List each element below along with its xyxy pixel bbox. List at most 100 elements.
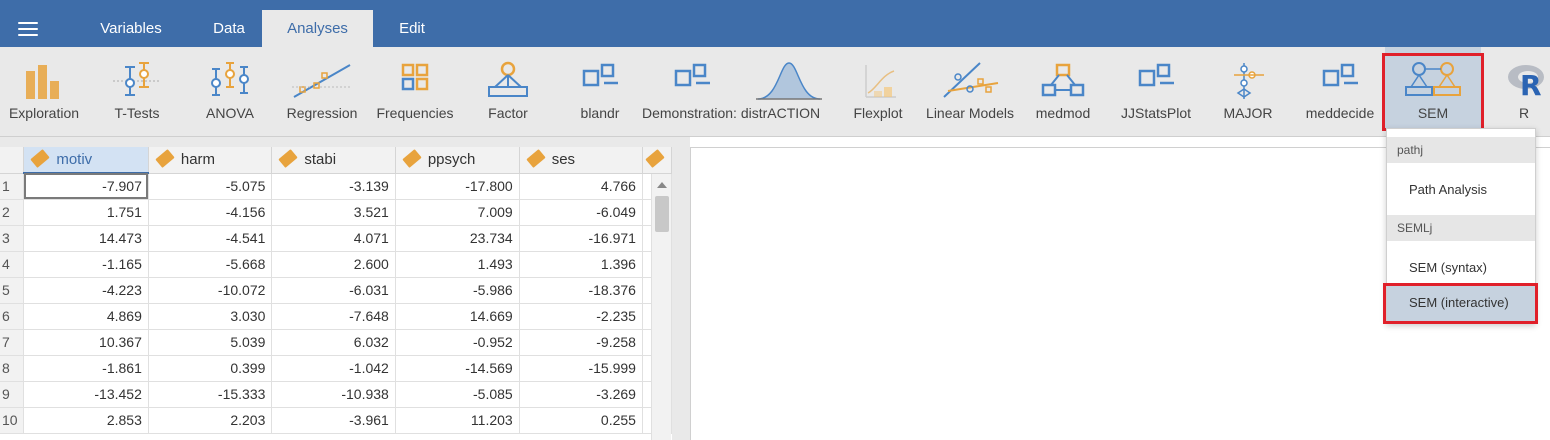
column-header-harm[interactable]: harm <box>148 147 273 174</box>
medmod-button[interactable]: medmod <box>1026 47 1100 137</box>
r-button[interactable]: R R <box>1498 47 1550 137</box>
cell[interactable]: 14.473 <box>23 225 149 252</box>
cell[interactable]: 1.751 <box>23 199 149 226</box>
cell[interactable]: -10.938 <box>271 381 396 408</box>
row-number[interactable]: 10 <box>0 407 25 434</box>
cell[interactable]: 3.521 <box>271 199 396 226</box>
frequencies-button[interactable]: Frequencies <box>374 47 456 137</box>
column-header-motiv[interactable]: motiv <box>23 147 149 174</box>
cell[interactable]: 1.493 <box>395 251 520 278</box>
cell[interactable]: -5.986 <box>395 277 520 304</box>
cell[interactable]: 4.869 <box>23 303 149 330</box>
row-number[interactable]: 4 <box>0 251 25 278</box>
column-header-ppsych[interactable]: ppsych <box>395 147 520 174</box>
linear-models-button[interactable]: Linear Models <box>920 47 1020 137</box>
cell[interactable]: -3.961 <box>271 407 396 434</box>
cell[interactable]: -13.452 <box>23 381 149 408</box>
cell[interactable]: 7.009 <box>395 199 520 226</box>
cell[interactable]: -14.569 <box>395 355 520 382</box>
flexplot-button[interactable]: Flexplot <box>848 47 908 137</box>
cell[interactable]: -1.042 <box>271 355 396 382</box>
cell[interactable]: 0.399 <box>148 355 273 382</box>
cell[interactable]: 0.255 <box>519 407 643 434</box>
continuous-ruler-icon <box>645 148 665 168</box>
cell[interactable]: -4.541 <box>148 225 273 252</box>
cell[interactable]: -16.971 <box>519 225 643 252</box>
cell[interactable]: -10.072 <box>148 277 273 304</box>
cell[interactable]: -3.139 <box>271 173 396 200</box>
cell[interactable]: -15.333 <box>148 381 273 408</box>
cell[interactable]: -6.031 <box>271 277 396 304</box>
menu-item-sem-interactive[interactable]: SEM (interactive) <box>1387 285 1535 321</box>
cell[interactable]: -17.800 <box>395 173 520 200</box>
cell[interactable]: -2.235 <box>519 303 643 330</box>
exploration-button[interactable]: Exploration <box>0 47 88 137</box>
normal-curve-icon <box>756 62 822 100</box>
blandr-button[interactable]: blandr <box>570 47 630 137</box>
cell[interactable]: 4.766 <box>519 173 643 200</box>
jjstatsplot-button[interactable]: JJStatsPlot <box>1116 47 1196 137</box>
cell[interactable]: -9.258 <box>519 329 643 356</box>
medmod-icon <box>1041 63 1085 97</box>
scrollbar-thumb[interactable] <box>655 196 669 232</box>
splitter[interactable] <box>672 137 690 440</box>
column-header-next[interactable] <box>642 147 672 174</box>
cell[interactable]: 6.032 <box>271 329 396 356</box>
cell[interactable]: 1.396 <box>519 251 643 278</box>
cell[interactable]: 2.600 <box>271 251 396 278</box>
t-tests-button[interactable]: T-Tests <box>96 47 178 137</box>
cell[interactable]: 10.367 <box>23 329 149 356</box>
distraction-button[interactable] <box>744 47 834 137</box>
sem-button[interactable]: SEM <box>1385 47 1481 128</box>
linear-models-label: Linear Models <box>926 105 1014 121</box>
cell[interactable]: -4.156 <box>148 199 273 226</box>
cell[interactable]: 3.030 <box>148 303 273 330</box>
tab-variables[interactable]: Variables <box>66 10 196 47</box>
cell[interactable]: -5.085 <box>395 381 520 408</box>
cell[interactable]: -6.049 <box>519 199 643 226</box>
demonstration-button[interactable]: Demonstration: distrACTION <box>640 47 820 137</box>
row-number[interactable]: 8 <box>0 355 25 382</box>
cell[interactable]: 2.853 <box>23 407 149 434</box>
row-number[interactable]: 3 <box>0 225 25 252</box>
regression-button[interactable]: Regression <box>282 47 362 137</box>
cell[interactable]: -7.907 <box>23 173 149 200</box>
row-number[interactable]: 1 <box>0 173 25 200</box>
hamburger-menu-icon[interactable] <box>18 22 38 36</box>
cell[interactable]: -5.668 <box>148 251 273 278</box>
cell[interactable]: -3.269 <box>519 381 643 408</box>
cell[interactable]: -7.648 <box>271 303 396 330</box>
major-button[interactable]: MAJOR <box>1216 47 1280 137</box>
factor-button[interactable]: Factor <box>478 47 538 137</box>
scroll-up-arrow-icon[interactable] <box>657 182 667 188</box>
cell[interactable]: -4.223 <box>23 277 149 304</box>
cell[interactable]: 4.071 <box>271 225 396 252</box>
row-number[interactable]: 5 <box>0 277 25 304</box>
cell[interactable]: 2.203 <box>148 407 273 434</box>
menu-item-sem-syntax[interactable]: SEM (syntax) <box>1387 250 1535 286</box>
row-number[interactable]: 2 <box>0 199 25 226</box>
tab-analyses[interactable]: Analyses <box>262 10 373 47</box>
cell[interactable]: -0.952 <box>395 329 520 356</box>
cell[interactable]: -1.861 <box>23 355 149 382</box>
cell[interactable]: -18.376 <box>519 277 643 304</box>
row-number[interactable]: 9 <box>0 381 25 408</box>
vertical-scrollbar[interactable] <box>651 174 671 440</box>
row-number[interactable]: 7 <box>0 329 25 356</box>
cell[interactable]: -5.075 <box>148 173 273 200</box>
menu-item-path-analysis[interactable]: Path Analysis <box>1387 172 1535 208</box>
tab-edit[interactable]: Edit <box>373 10 451 47</box>
cell[interactable]: -1.165 <box>23 251 149 278</box>
tab-data[interactable]: Data <box>196 10 262 47</box>
cell[interactable]: 5.039 <box>148 329 273 356</box>
cell[interactable]: 11.203 <box>395 407 520 434</box>
cell[interactable]: 14.669 <box>395 303 520 330</box>
cell[interactable]: 23.734 <box>395 225 520 252</box>
menu-group-header-pathj: pathj <box>1387 137 1535 163</box>
cell[interactable]: -15.999 <box>519 355 643 382</box>
row-number[interactable]: 6 <box>0 303 25 330</box>
column-header-stabi[interactable]: stabi <box>271 147 396 174</box>
anova-button[interactable]: ANOVA <box>190 47 270 137</box>
column-header-ses[interactable]: ses <box>519 147 643 174</box>
meddecide-button[interactable]: meddecide <box>1302 47 1378 137</box>
